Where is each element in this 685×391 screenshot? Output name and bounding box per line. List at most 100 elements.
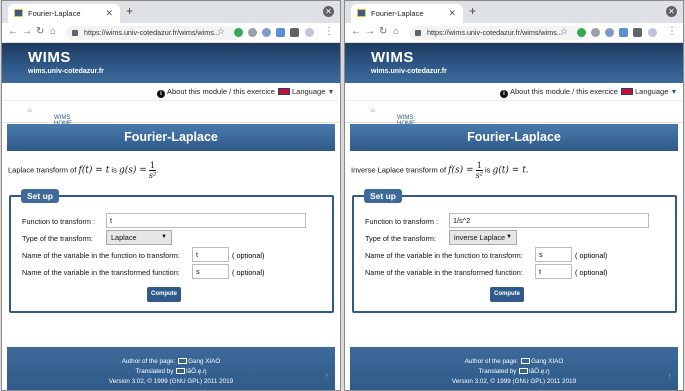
site-subtitle: wims.univ-cotedazur.fr (371, 68, 447, 75)
up-arrow-icon[interactable]: ↑ (668, 371, 673, 381)
back-icon[interactable]: ← (351, 26, 361, 38)
translator-name[interactable]: lãÖ.ę.ŋ (529, 368, 549, 375)
home-icon[interactable]: ⌂ (50, 26, 56, 38)
site-title[interactable]: WIMS (28, 49, 71, 66)
envelope-icon[interactable] (521, 358, 531, 364)
about-link[interactable]: i About this module / this exercice (157, 87, 275, 98)
chevron-down-icon: ▼ (161, 234, 167, 240)
var-input[interactable]: s (535, 247, 572, 262)
function-label: Function to transform : (365, 217, 438, 226)
tvar-input[interactable]: s (192, 264, 229, 279)
envelope-icon[interactable] (178, 358, 188, 364)
extension-icon[interactable] (234, 28, 243, 37)
extension-icon[interactable] (591, 28, 600, 37)
language-menu[interactable]: Language ▼ (278, 87, 334, 96)
chevron-down-icon: ▼ (327, 89, 335, 96)
extension-icon[interactable] (605, 28, 614, 37)
window-control-icon[interactable]: ✕ (666, 6, 677, 17)
browser-tab[interactable]: Fourier-Laplace ✕ (8, 4, 120, 23)
menu-icon[interactable]: ⋮ (324, 26, 334, 37)
breadcrumb: ⌂ WIMS HOME (345, 101, 683, 127)
site-subtitle: wims.univ-cotedazur.fr (28, 68, 104, 75)
about-link[interactable]: i About this module / this exercice (500, 87, 618, 98)
browser-tab[interactable]: Fourier-Laplace ✕ (351, 4, 463, 23)
puzzle-icon[interactable] (633, 28, 642, 37)
extension-icon[interactable] (248, 28, 257, 37)
footer: Author of the page: Gang XIAO Translated… (350, 347, 678, 390)
tvar-input[interactable]: t (535, 264, 572, 279)
page-title: Fourier-Laplace (350, 124, 678, 151)
formula-intro: Inverse Laplace transform of (351, 165, 447, 175)
new-tab-icon[interactable]: + (126, 5, 133, 17)
formula-rhs: g(s) = (118, 165, 147, 176)
var-label: Name of the variable in the function to … (365, 251, 523, 260)
footer: Author of the page: Gang XIAO Translated… (7, 347, 335, 390)
type-select[interactable]: Laplace ▼ (106, 230, 172, 245)
compute-button[interactable]: Compute (147, 287, 181, 302)
module-bar: i About this module / this exercice Langu… (2, 83, 340, 101)
window-control-icon[interactable]: ✕ (323, 6, 334, 17)
up-arrow-icon[interactable]: ↑ (325, 371, 330, 381)
address-bar[interactable]: https://wims.univ-cotedazur.fr/wims/wims… (66, 26, 242, 40)
translator-name[interactable]: lãÖ.ę.ŋ (186, 368, 206, 375)
type-select[interactable]: inverse Laplace ▼ (449, 230, 517, 245)
uk-flag-icon (621, 88, 633, 95)
tab-strip: Fourier-Laplace ✕ + ✕ (345, 1, 683, 23)
formula-lhs: f(t) = t (78, 165, 110, 176)
type-label: Type of the transform: (365, 234, 436, 243)
chevron-down-icon: ▼ (670, 89, 678, 96)
site-title[interactable]: WIMS (371, 49, 414, 66)
home-icon[interactable]: ⌂ (393, 26, 399, 38)
menu-icon[interactable]: ⋮ (667, 26, 677, 37)
footer-version: Version 3.02, © 1999 (GNU GPL) 2011 2019 (108, 378, 234, 385)
avatar[interactable] (648, 28, 657, 37)
compute-button[interactable]: Compute (490, 287, 524, 302)
browser-window-right: Fourier-Laplace ✕ + ✕ ← → ↻ ⌂ https://wi… (344, 0, 684, 391)
close-tab-icon[interactable]: ✕ (448, 8, 456, 19)
function-input[interactable]: 1/s^2 (449, 213, 649, 228)
function-input[interactable]: t (106, 213, 306, 228)
result-formula: Laplace transform of f(t) = t is g(s) = … (8, 161, 159, 180)
extension-icon[interactable] (577, 28, 586, 37)
envelope-icon[interactable] (176, 368, 186, 374)
about-label: About this module / this exercice (167, 87, 275, 96)
forward-icon[interactable]: → (22, 26, 32, 38)
puzzle-icon[interactable] (290, 28, 299, 37)
extension-icon[interactable] (276, 28, 285, 37)
extension-icon[interactable] (619, 28, 628, 37)
setup-legend: Set up (21, 189, 59, 203)
avatar[interactable] (305, 28, 314, 37)
envelope-icon[interactable] (519, 368, 529, 374)
reload-icon[interactable]: ↻ (36, 26, 44, 38)
star-icon[interactable]: ☆ (217, 26, 225, 37)
var-label: Name of the variable in the function to … (22, 251, 180, 260)
footer-translator: Translated by lãÖ.ę.ŋ (478, 368, 550, 375)
author-name[interactable]: Gang XIAO (531, 358, 563, 365)
new-tab-icon[interactable]: + (469, 5, 476, 17)
author-name[interactable]: Gang XIAO (188, 358, 220, 365)
site-banner: WIMS wims.univ-cotedazur.fr (2, 43, 340, 83)
extension-icon[interactable] (262, 28, 271, 37)
type-label: Type of the transform: (22, 234, 93, 243)
forward-icon[interactable]: → (365, 26, 375, 38)
footer-translator: Translated by lãÖ.ę.ŋ (135, 368, 207, 375)
footer-author: Author of the page: Gang XIAO (464, 358, 564, 365)
language-menu[interactable]: Language ▼ (621, 87, 677, 96)
breadcrumb-home[interactable]: ⌂ WIMS HOME (371, 108, 415, 127)
address-bar[interactable]: https://wims.univ-cotedazur.fr/wims/wims… (409, 26, 585, 40)
back-icon[interactable]: ← (8, 26, 18, 38)
star-icon[interactable]: ☆ (560, 26, 568, 37)
breadcrumb-home[interactable]: ⌂ WIMS HOME (28, 108, 72, 127)
language-label: Language (292, 87, 326, 96)
var-input[interactable]: t (192, 247, 229, 262)
browser-toolbar: ← → ↻ ⌂ https://wims.univ-cotedazur.fr/w… (2, 23, 340, 43)
uk-flag-icon (278, 88, 290, 95)
close-tab-icon[interactable]: ✕ (105, 8, 113, 19)
info-icon: i (500, 90, 508, 98)
reload-icon[interactable]: ↻ (379, 26, 387, 38)
formula-rhs: g(t) = t. (492, 165, 529, 176)
url-text: https://wims.univ-cotedazur.fr/wims/wims… (84, 28, 220, 37)
page-title: Fourier-Laplace (7, 124, 335, 151)
tab-strip: Fourier-Laplace ✕ + ✕ (2, 1, 340, 23)
tab-title: Fourier-Laplace (371, 9, 424, 18)
